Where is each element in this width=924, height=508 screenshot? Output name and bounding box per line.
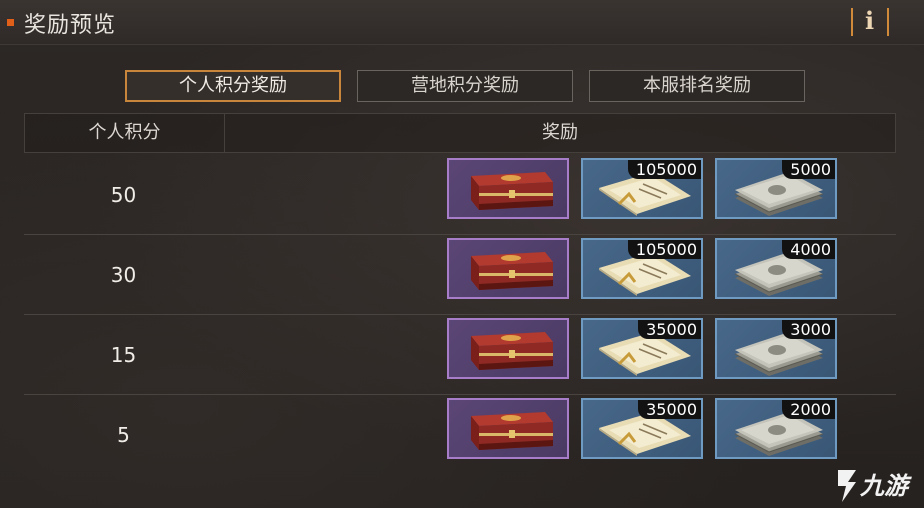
tab-label: 营地积分奖励 (411, 75, 519, 96)
reward-quantity: 3000 (782, 320, 835, 339)
reward-item-cash[interactable]: 3000 (715, 318, 837, 379)
red-chest-icon (471, 252, 553, 290)
table-row: 30 105000 4000 (24, 235, 896, 315)
reward-quantity: 105000 (627, 160, 701, 179)
row-score: 50 (110, 183, 137, 207)
reward-item-voucher[interactable]: 35000 (581, 318, 703, 379)
reward-quantity: 2000 (782, 400, 835, 419)
row-score: 15 (110, 343, 137, 367)
reward-item-chest[interactable] (447, 158, 569, 219)
reward-item-chest[interactable] (447, 238, 569, 299)
table-row: 15 35000 3000 (24, 315, 896, 395)
reward-item-chest[interactable] (447, 398, 569, 459)
info-icon: i (865, 6, 875, 35)
tab-server-ranking[interactable]: 本服排名奖励 (589, 70, 805, 102)
column-header-reward: 奖励 (542, 122, 578, 143)
reward-quantity: 5000 (782, 160, 835, 179)
tab-personal-points[interactable]: 个人积分奖励 (125, 70, 341, 102)
table-row: 50 105000 5000 (24, 155, 896, 235)
reward-item-cash[interactable]: 5000 (715, 158, 837, 219)
jiuyou-logo-icon (838, 470, 856, 502)
red-chest-icon (471, 172, 553, 210)
page-title: 奖励预览 (24, 13, 117, 38)
info-button[interactable]: i (851, 6, 889, 36)
reward-item-cash[interactable]: 4000 (715, 238, 837, 299)
reward-item-chest[interactable] (447, 318, 569, 379)
tab-camp-points[interactable]: 营地积分奖励 (357, 70, 573, 102)
reward-quantity: 4000 (782, 240, 835, 259)
table-row: 5 35000 2000 (24, 395, 896, 475)
row-score: 30 (110, 263, 137, 287)
column-header-score: 个人积分 (88, 122, 161, 143)
watermark: 九游 (832, 462, 924, 508)
table-header: 个人积分 奖励 (24, 113, 896, 153)
watermark-text: 九游 (860, 472, 908, 500)
tab-label: 个人积分奖励 (179, 75, 287, 96)
row-score: 5 (117, 423, 130, 447)
reward-quantity: 105000 (627, 240, 701, 259)
red-chest-icon (471, 332, 553, 370)
reward-item-voucher[interactable]: 105000 (581, 158, 703, 219)
reward-item-cash[interactable]: 2000 (715, 398, 837, 459)
title-bullet-icon (7, 19, 14, 26)
tab-label: 本服排名奖励 (643, 75, 751, 96)
reward-quantity: 35000 (638, 320, 701, 339)
reward-item-voucher[interactable]: 35000 (581, 398, 703, 459)
title-bar: 奖励预览 i (0, 0, 924, 45)
red-chest-icon (471, 412, 553, 450)
reward-item-voucher[interactable]: 105000 (581, 238, 703, 299)
reward-quantity: 35000 (638, 400, 701, 419)
